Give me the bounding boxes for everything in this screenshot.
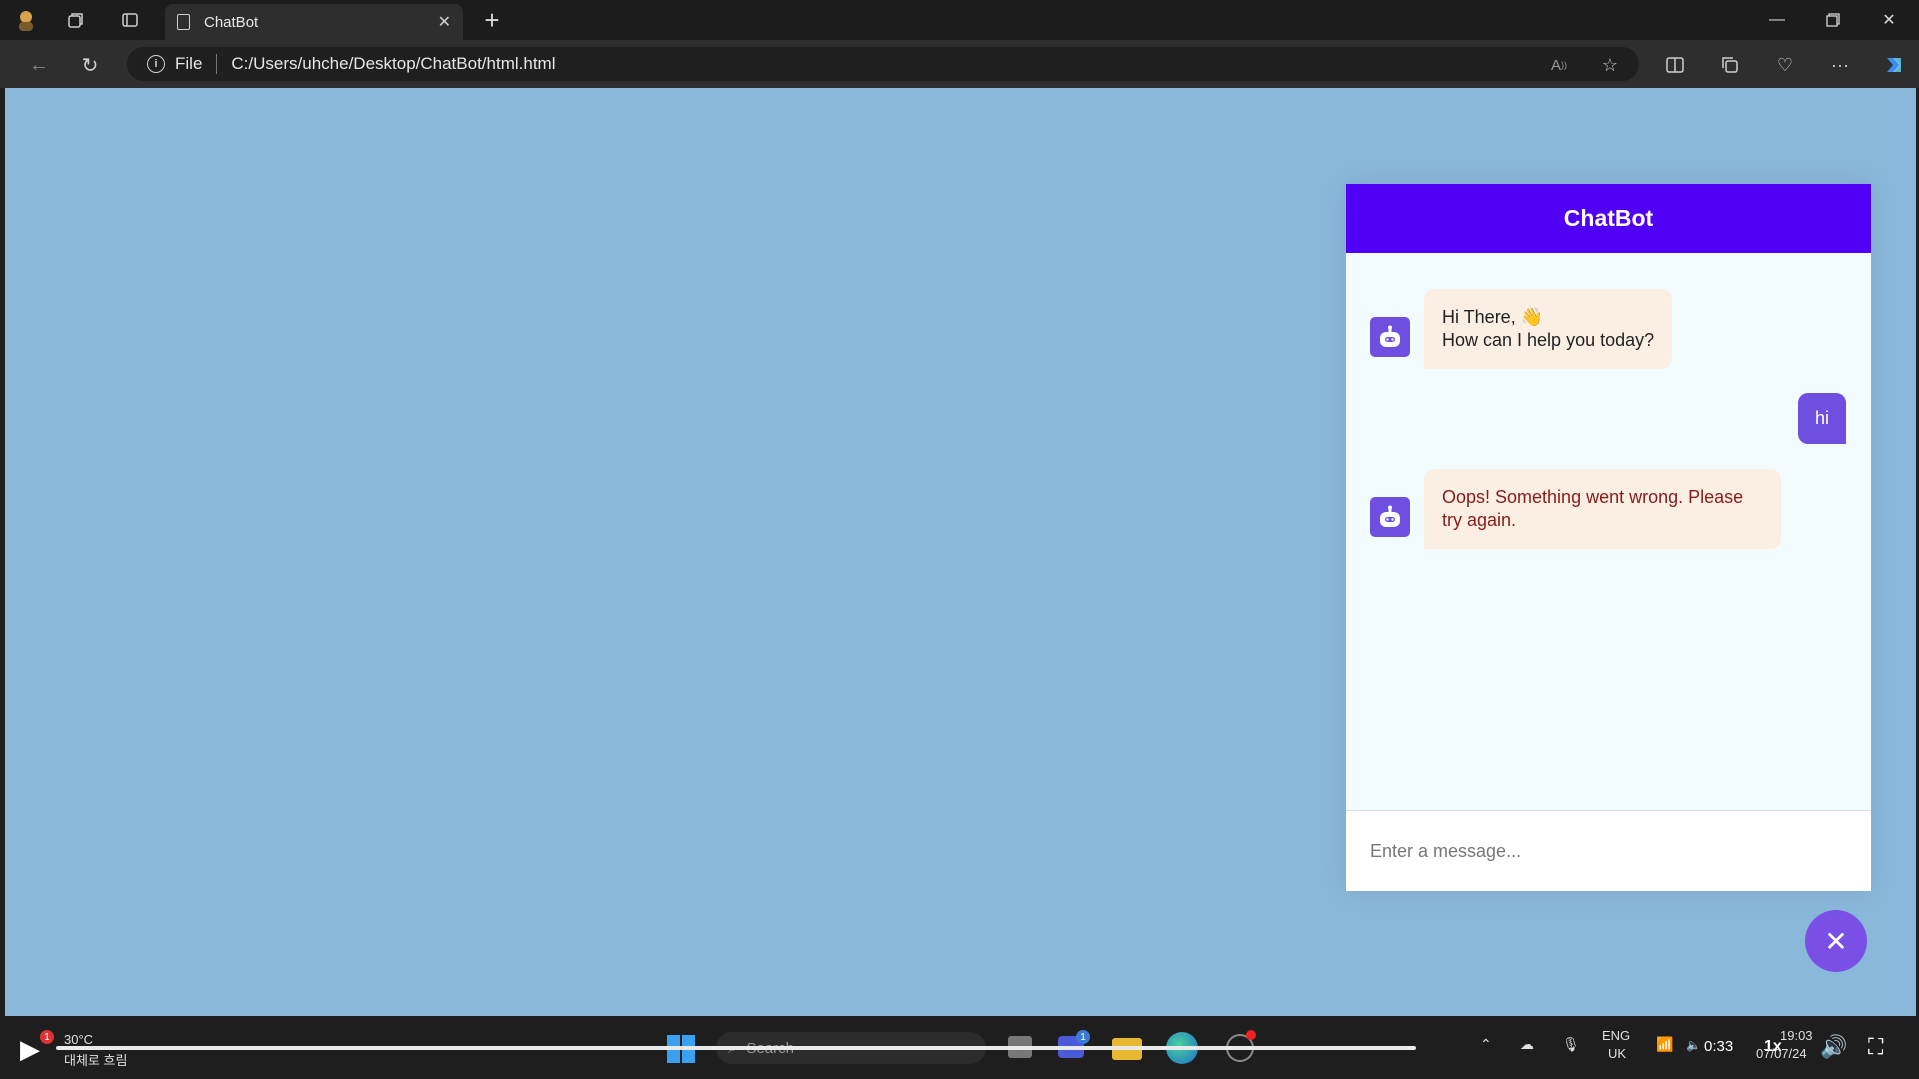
favorite-star-icon[interactable]: ☆ [1595,50,1625,80]
chat-message-incoming-error: Oops! Something went wrong. Please try a… [1370,469,1781,549]
clock-date[interactable]: 07/07/24 [1756,1046,1807,1061]
split-screen-icon[interactable] [1660,50,1690,80]
message-input[interactable] [1370,840,1871,862]
playback-time: 0:33 [1704,1038,1734,1055]
minimize-button[interactable]: — [1754,4,1800,36]
workspaces-icon[interactable] [62,6,90,34]
play-icon[interactable]: ▶ [20,1034,40,1065]
chatbot-title: ChatBot [1563,205,1654,231]
close-icon: ✕ [1824,925,1848,957]
profile-avatar-icon[interactable] [12,6,40,34]
recording-indicator [1246,1030,1256,1040]
collections-icon[interactable] [1715,50,1745,80]
chat-message-list[interactable]: Hi There, 👋 How can I help you today? hi… [1346,253,1871,810]
speaker-icon[interactable]: 🔈 [1686,1038,1701,1052]
tab-actions-icon[interactable] [116,6,144,34]
tab-title: ChatBot [204,13,259,31]
bot-avatar-icon [1370,497,1410,537]
more-menu-icon[interactable]: ··· [1825,50,1855,80]
incoming-message-text: Hi There, 👋 How can I help you today? [1424,289,1673,369]
clock-time[interactable]: 19:03 [1780,1028,1813,1043]
close-window-button[interactable]: ✕ [1866,4,1912,36]
outgoing-message-text: hi [1797,393,1846,444]
chat-message-incoming: Hi There, 👋 How can I help you today? [1370,289,1673,369]
input-region[interactable]: UK [1608,1046,1626,1061]
weather-temperature[interactable]: 30°C [64,1032,93,1047]
url-separator [216,54,218,74]
teams-badge: 1 [1076,1030,1090,1044]
url-box[interactable]: i File C:/Users/uhche/Desktop/ChatBot/ht… [127,47,1639,81]
chatbot-close-toggler[interactable]: ✕ [1805,910,1867,972]
microphone-icon[interactable]: 🎙 [1562,1036,1580,1053]
new-tab-button[interactable]: + [476,4,508,36]
restore-button[interactable] [1810,4,1856,36]
onedrive-cloud-icon[interactable]: ☁ [1520,1036,1534,1053]
close-tab-icon[interactable]: ✕ [438,12,451,32]
volume-icon[interactable]: 🔊 [1820,1034,1847,1060]
chat-input-area [1346,810,1871,891]
protocol-label: File [175,54,203,73]
document-icon [177,14,190,30]
fullscreen-icon[interactable]: ⛶ [1868,1034,1883,1060]
refresh-icon[interactable]: ↻ [75,50,105,80]
chatbot-header: ChatBot [1346,184,1871,253]
wifi-icon[interactable]: 📶 [1656,1036,1673,1053]
bot-avatar-icon [1370,317,1410,357]
address-bar: ← ↻ i File C:/Users/uhche/Desktop/ChatBo… [0,40,1919,88]
tab-chatbot[interactable]: ChatBot ✕ [165,4,463,40]
show-hidden-icons-chevron-up-icon[interactable]: ⌃ [1480,1036,1492,1053]
copilot-icon[interactable] [1879,50,1909,80]
chatbot-window: ChatBot Hi There, 👋 How can I help you t… [1346,184,1871,891]
weather-badge: 1 [40,1030,54,1044]
page-viewport: ChatBot Hi There, 👋 How can I help you t… [5,88,1916,1016]
weather-description[interactable]: 대체로 흐림 [64,1050,127,1069]
back-arrow-icon[interactable]: ← [24,50,54,80]
video-progress-bar[interactable] [56,1046,1416,1050]
input-language[interactable]: ENG [1602,1028,1630,1043]
browser-essentials-icon[interactable]: ♡ [1770,50,1800,80]
read-aloud-icon[interactable]: A)) [1544,50,1574,80]
url-text[interactable]: C:/Users/uhche/Desktop/ChatBot/html.html [231,54,555,74]
tab-bar: ChatBot ✕ + — ✕ [0,0,1919,40]
info-icon[interactable]: i [147,55,165,73]
windows-start-icon[interactable] [666,1034,696,1067]
error-message-text: Oops! Something went wrong. Please try a… [1424,469,1781,549]
